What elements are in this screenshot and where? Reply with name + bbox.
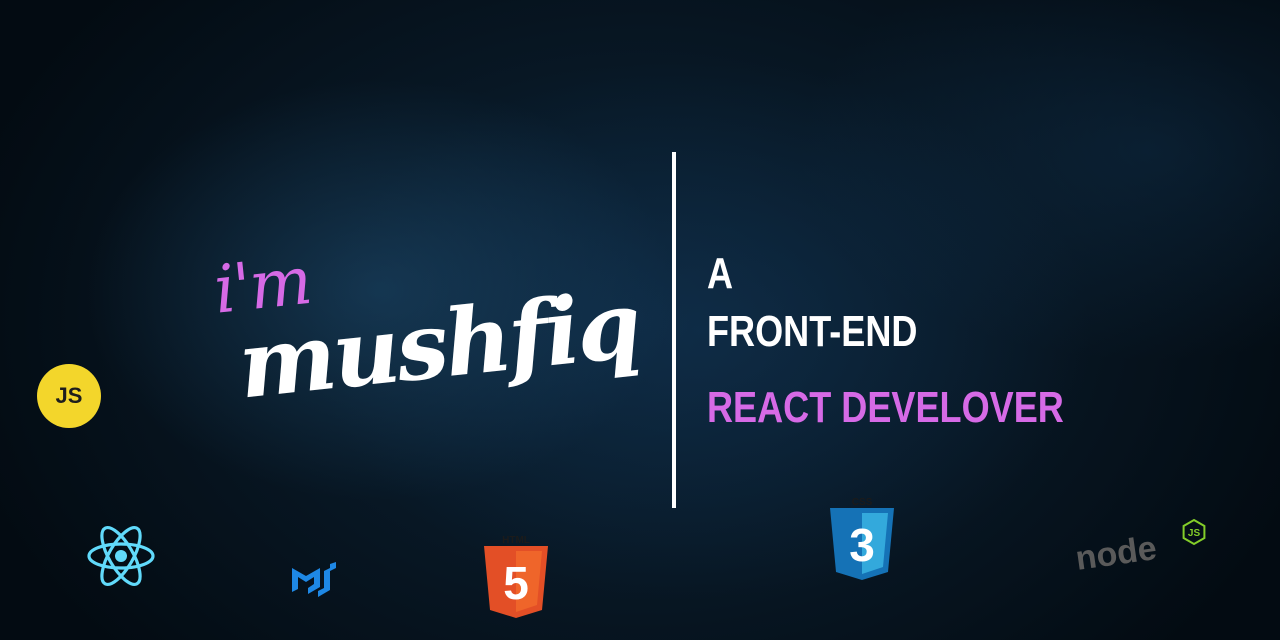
css3-icon: CSS 3 [830, 497, 894, 580]
react-icon [87, 526, 155, 586]
css3-icon-number: 3 [849, 519, 875, 571]
html5-icon: HTML 5 [484, 535, 548, 618]
css3-icon-label: CSS [852, 497, 873, 508]
material-ui-icon [292, 562, 336, 597]
tagline-line-2: FRONT-END [707, 307, 918, 356]
nodejs-icon-badge: JS [1188, 528, 1201, 539]
tagline-line-3: REACT DEVELOVER [707, 383, 1064, 432]
javascript-icon-label: JS [55, 383, 83, 408]
nodejs-icon: node JS [1074, 518, 1206, 572]
tagline-line-1: A [707, 249, 734, 298]
vertical-divider [672, 152, 676, 508]
javascript-icon: JS [37, 364, 101, 428]
html5-icon-number: 5 [503, 557, 529, 609]
html5-icon-label: HTML [502, 535, 530, 546]
nodejs-icon-label: node [1074, 529, 1159, 572]
